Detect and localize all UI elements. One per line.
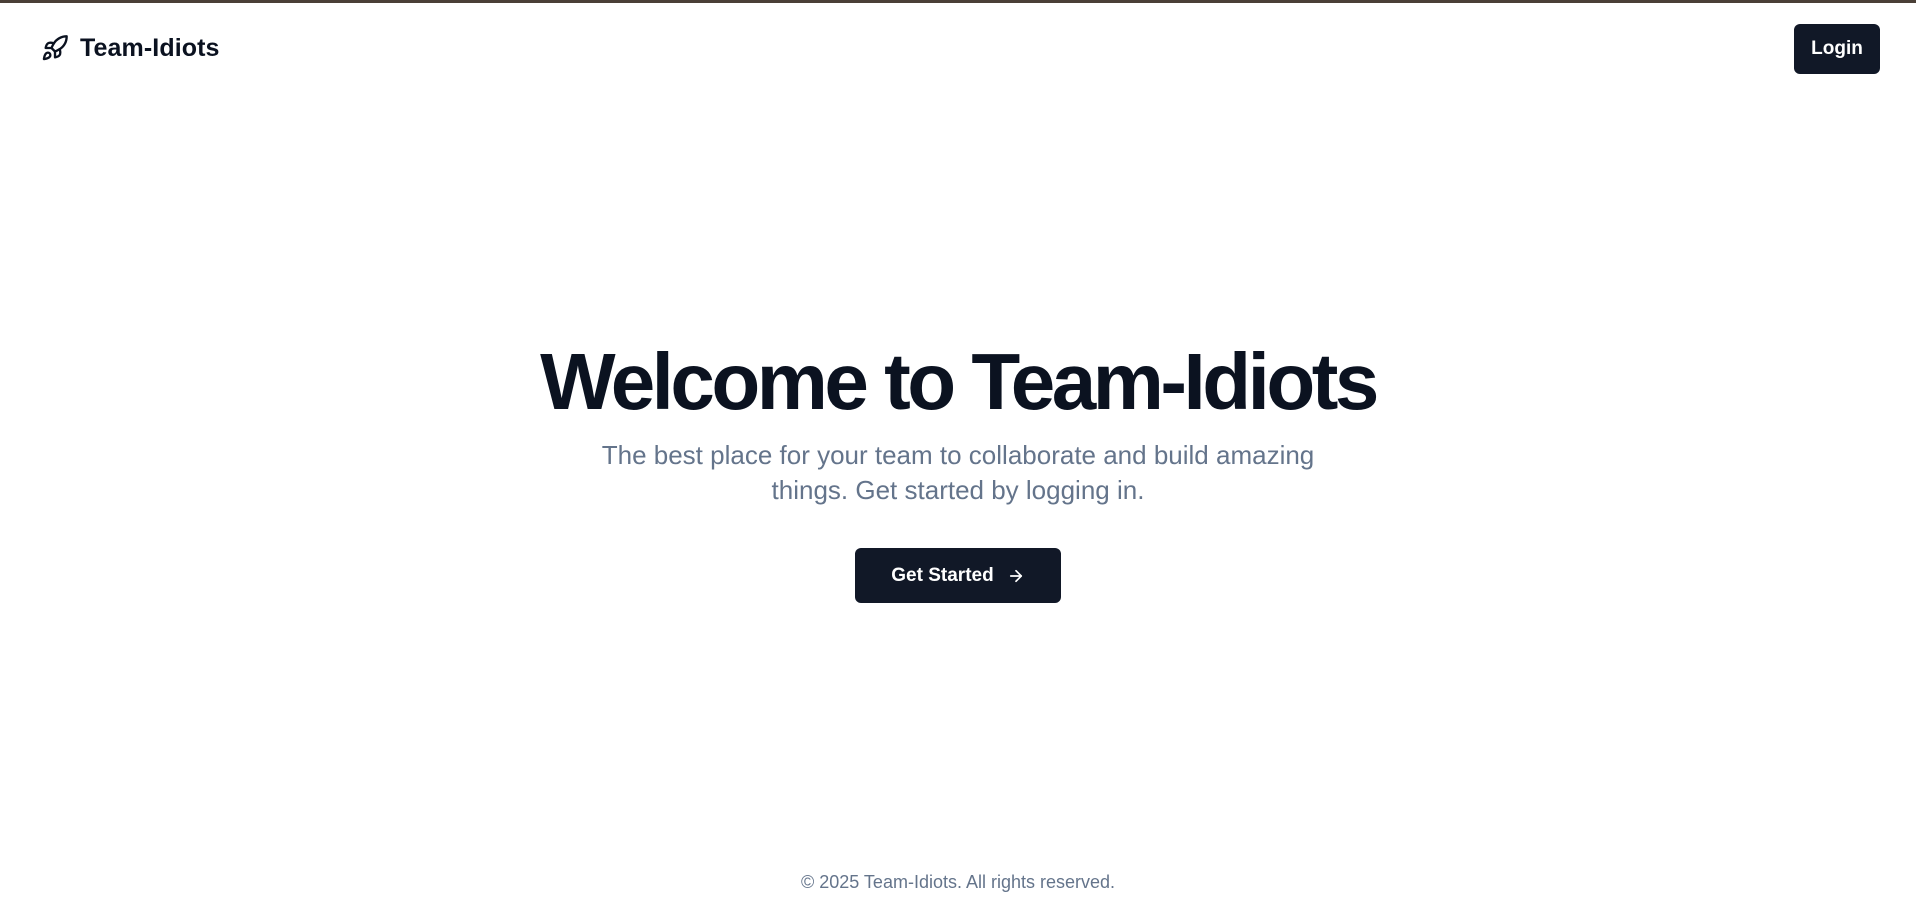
hero-section: Welcome to Team-Idiots The best place fo… [0,336,1916,603]
get-started-label: Get Started [891,564,994,586]
copyright-text: © 2025 Team-Idiots. All rights reserved. [800,872,1116,892]
page-title: Welcome to Team-Idiots [540,337,1379,426]
login-button[interactable]: Login [1794,24,1880,74]
get-started-button[interactable]: Get Started [855,548,1061,603]
brand[interactable]: Team-Idiots [40,33,220,63]
arrow-right-icon [1007,567,1025,585]
footer: © 2025 Team-Idiots. All rights reserved. [0,872,1916,893]
site-header: Team-Idiots Login [0,3,1916,93]
rocket-icon [40,33,70,63]
brand-name: Team-Idiots [80,33,220,62]
hero-subtitle: The best place for your team to collabor… [601,440,1315,505]
